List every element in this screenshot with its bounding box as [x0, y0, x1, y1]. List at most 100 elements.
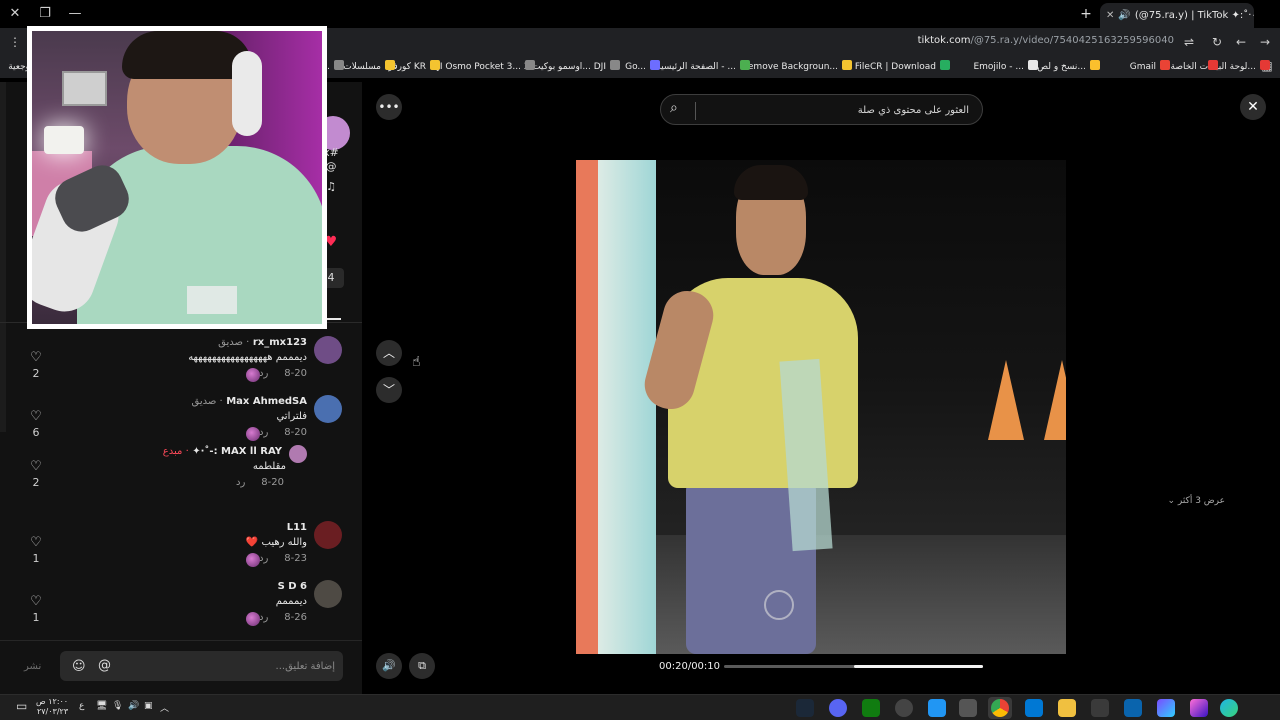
- bookmark-label: مسلسلات: [343, 62, 381, 72]
- video-progress-bar[interactable]: [724, 665, 983, 668]
- reply-button[interactable]: رد: [259, 427, 268, 438]
- comment-author[interactable]: rx_mx123 · صديق: [218, 337, 307, 348]
- window-restore-icon[interactable]: ❐: [35, 4, 55, 24]
- close-video-button[interactable]: ✕: [1240, 94, 1266, 120]
- tab-audio-icon[interactable]: 🔊: [1118, 10, 1130, 21]
- bookmark-favicon-icon: [610, 60, 620, 70]
- post-comment-button[interactable]: نشر: [24, 661, 41, 672]
- app-icon[interactable]: [1190, 699, 1208, 717]
- search-icon[interactable]: ⌕: [670, 100, 678, 116]
- comment-avatar[interactable]: [314, 580, 342, 608]
- bookmark-favicon-icon: [940, 60, 950, 70]
- tray-clock[interactable]: ١٢:٠٠ ص ٢٧/٠٣/٢٣: [36, 697, 68, 717]
- browser-titlebar: ✕ ❐ — + ✕ 🔊 (@75.ra.y) | TikTok ✦:˚·٠٧: …: [0, 0, 1280, 28]
- notifications-icon[interactable]: ▭: [16, 699, 27, 713]
- webcam-headphones: [232, 51, 262, 136]
- creator-liked-avatar: [246, 612, 260, 626]
- comment-avatar[interactable]: [314, 521, 342, 549]
- edge-icon[interactable]: [1220, 699, 1238, 717]
- creator-liked-avatar: [246, 368, 260, 382]
- volume-icon[interactable]: 🔊: [128, 701, 139, 711]
- bookmark-item[interactable]: FileCR | Download: [855, 60, 950, 72]
- microsoft-store-icon[interactable]: [1091, 699, 1109, 717]
- webcam-hoodie-label: [187, 286, 237, 314]
- site-settings-icon[interactable]: ⇌: [1180, 33, 1198, 51]
- bookmark-item[interactable]: كورفر KR: [388, 60, 440, 72]
- view-more-replies[interactable]: عرض 3 أكثر ⌄: [1167, 496, 1225, 506]
- store-icon[interactable]: [1025, 699, 1043, 717]
- steam-icon[interactable]: [796, 699, 814, 717]
- bookmark-favicon-icon: [1208, 60, 1218, 70]
- previous-video-button[interactable]: ︿: [376, 340, 402, 366]
- mention-icon[interactable]: @: [98, 658, 111, 673]
- comment-avatar[interactable]: [314, 395, 342, 423]
- bookmark-item[interactable]: Remove Backgroun...: [742, 60, 852, 72]
- bookmark-item[interactable]: مسلسلات: [343, 60, 395, 72]
- back-icon[interactable]: →: [1256, 33, 1274, 51]
- browser-tab[interactable]: ✕ 🔊 (@75.ra.y) | TikTok ✦:˚·٠٧: ♪: [1100, 3, 1254, 28]
- comment-avatar[interactable]: [289, 445, 307, 463]
- comment-meta: 8-20 رد: [236, 477, 284, 488]
- comment-author[interactable]: S D 6: [278, 581, 307, 592]
- copilot-icon[interactable]: [1157, 699, 1175, 717]
- bookmark-item[interactable]: نسخ و لص...: [1037, 60, 1100, 72]
- window-close-icon[interactable]: ✕: [5, 4, 25, 24]
- file-explorer-icon[interactable]: [1058, 699, 1076, 717]
- picture-in-picture-button[interactable]: ⧉: [409, 653, 435, 679]
- bookmark-item[interactable]: Emojilo - ...: [973, 60, 1038, 72]
- bookmark-item[interactable]: Go...: [625, 60, 660, 72]
- forward-icon[interactable]: ←: [1232, 33, 1250, 51]
- xbox-icon[interactable]: [862, 699, 880, 717]
- comment-author[interactable]: Max AhmedSA · صديق: [191, 396, 307, 407]
- video-search-input[interactable]: [701, 100, 969, 120]
- more-options-button[interactable]: •••: [376, 94, 402, 120]
- comment-like-count: 1: [32, 552, 40, 565]
- comment-text: مقلطمه: [252, 461, 286, 472]
- volume-button[interactable]: 🔊: [376, 653, 402, 679]
- video-cone: [988, 360, 1024, 440]
- comment-author[interactable]: MAX ll RAY :-˚·✦ · مبدع: [163, 446, 282, 457]
- battery-icon[interactable]: ▣: [144, 701, 153, 711]
- reply-button[interactable]: رد: [259, 368, 268, 379]
- reload-icon[interactable]: ↻: [1208, 33, 1226, 51]
- network-icon[interactable]: 🖥: [96, 701, 107, 711]
- comment-composer: نشر ☺ @: [0, 640, 362, 694]
- reply-button[interactable]: رد: [236, 477, 245, 488]
- reply-button[interactable]: رد: [259, 612, 268, 623]
- window-minimize-icon[interactable]: —: [65, 4, 85, 24]
- bookmark-item[interactable]: الصفحة الرئيسية - ...: [656, 60, 750, 72]
- comment-like-icon[interactable]: ♡: [28, 535, 44, 550]
- comment-like-icon[interactable]: ♡: [28, 459, 44, 474]
- next-video-button[interactable]: ﹀: [376, 377, 402, 403]
- chrome-icon[interactable]: [991, 699, 1009, 717]
- webcam-lamp: [44, 126, 84, 154]
- video-time: 00:20/00:10: [659, 661, 721, 672]
- comment-like-icon[interactable]: ♡: [28, 409, 44, 424]
- emoji-icon[interactable]: ☺: [72, 659, 86, 674]
- comment-avatar[interactable]: [314, 336, 342, 364]
- comment-like-icon[interactable]: ♡: [28, 594, 44, 609]
- new-tab-button[interactable]: +: [1076, 4, 1096, 24]
- discord-icon[interactable]: [829, 699, 847, 717]
- chevron-down-icon: ⌄: [1167, 496, 1175, 506]
- bookmark-item[interactable]: Gmail: [1130, 60, 1170, 72]
- reply-button[interactable]: رد: [259, 553, 268, 564]
- video-player[interactable]: [576, 160, 1066, 654]
- browser-menu-icon[interactable]: ⋮: [6, 33, 24, 51]
- tab-close-icon[interactable]: ✕: [1106, 10, 1114, 21]
- bookmark-item[interactable]: [1204, 60, 1218, 72]
- outlook-icon[interactable]: [1124, 699, 1142, 717]
- bookmark-favicon-icon: [1028, 60, 1038, 70]
- bookmark-item[interactable]: لوحة البيانات الخاصة...: [1171, 60, 1270, 72]
- microphone-icon[interactable]: 🎙: [112, 701, 123, 711]
- url-field[interactable]: tiktok.com/@75.ra.y/video/75404251632595…: [918, 35, 1174, 46]
- comment-author[interactable]: L11: [287, 522, 307, 533]
- settings-icon[interactable]: [959, 699, 977, 717]
- bookmark-item[interactable]: DJI Osmo Pocket 3...: [430, 60, 535, 72]
- bookmark-item[interactable]: اوسمو بوكيت 3... DJI: [524, 60, 620, 72]
- tray-language[interactable]: ع: [79, 701, 84, 711]
- github-icon[interactable]: [895, 699, 913, 717]
- file-app-icon[interactable]: [928, 699, 946, 717]
- tray-overflow-icon[interactable]: ︿: [160, 701, 169, 714]
- comment-like-icon[interactable]: ♡: [28, 350, 44, 365]
